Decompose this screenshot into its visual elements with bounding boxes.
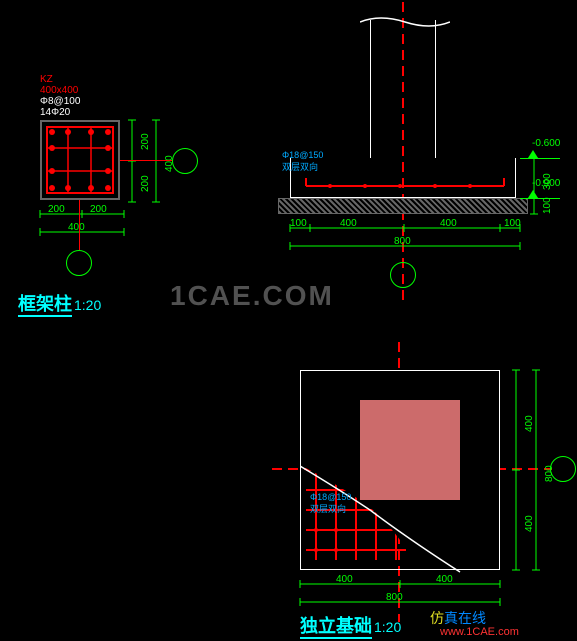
plan-dim-400b: 400	[436, 574, 453, 585]
column-longbar-label: 14Φ20	[40, 107, 70, 118]
grid-bubble-bottom	[66, 250, 92, 276]
section-rebar-note: Φ18@150	[282, 150, 323, 160]
plan-rebar-note2: 双层双向	[310, 502, 346, 515]
plan-dim-400a: 400	[336, 574, 353, 585]
column-size-label: 400x400	[40, 85, 78, 96]
watermark-url: www.1CAE.com	[440, 626, 519, 638]
plan-dim-v400b: 400	[524, 515, 535, 532]
column-stirrup-label: Φ8@100	[40, 96, 80, 107]
section-grid-bubble	[390, 262, 416, 288]
watermark-brand-b: 真在线	[444, 610, 486, 626]
watermark-center: 1CAE.COM	[170, 280, 334, 312]
dim-h300: 300	[542, 173, 553, 190]
dim-h100: 100	[542, 197, 553, 214]
column-scale: 1:20	[74, 297, 101, 313]
bedding-hatch	[278, 198, 528, 214]
watermark-brand-a: 仿	[430, 610, 444, 626]
section-dim-vertical	[524, 156, 544, 218]
plan-rebar-note: Φ18@150	[310, 492, 351, 502]
dim-v200b: 200	[140, 175, 151, 192]
sec-dim-800: 800	[394, 236, 411, 247]
sec-dim-400a: 400	[340, 218, 357, 229]
column-axis-v	[79, 200, 80, 250]
section-rebar-icon	[300, 178, 510, 192]
dim-v200a: 200	[140, 133, 151, 150]
sec-dim-400b: 400	[440, 218, 457, 229]
dim-200b: 200	[90, 204, 107, 215]
column-kz-label: KZ	[40, 74, 53, 85]
footing-title-row: 独立基础1:20	[300, 612, 401, 638]
plan-grid-bubble-right	[550, 456, 576, 482]
footing-scale: 1:20	[374, 619, 401, 635]
plan-dim-800: 800	[386, 592, 403, 603]
footing-title: 独立基础	[300, 616, 372, 639]
plan-dim-v400a: 400	[524, 415, 535, 432]
dim-400: 400	[68, 222, 85, 233]
sec-dim-100a: 100	[290, 218, 307, 229]
column-rebar-icon	[46, 126, 114, 194]
column-axis-h	[120, 160, 172, 161]
section-column	[370, 20, 436, 158]
column-title: 框架柱	[18, 294, 72, 317]
footing-plan-outline-top	[300, 370, 500, 570]
section-rebar-note2: 双层双向	[282, 160, 318, 173]
column-title-row: 框架柱1:20	[18, 290, 101, 316]
grid-bubble-right	[172, 148, 198, 174]
sec-dim-100b: 100	[504, 218, 521, 229]
watermark-brand: 仿真在线	[430, 608, 486, 628]
elev-top: -0.600	[532, 138, 560, 149]
dim-200a: 200	[48, 204, 65, 215]
ground-break-icon	[360, 14, 450, 30]
